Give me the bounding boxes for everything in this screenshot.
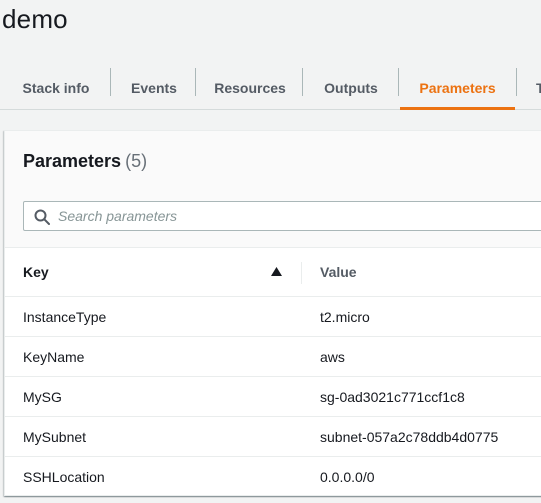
column-divider (301, 262, 302, 284)
panel-title: Parameters (5) (23, 151, 147, 172)
column-header-key[interactable]: Key (23, 248, 303, 296)
parameter-key: SSHLocation (23, 469, 105, 485)
tab-divider (398, 68, 399, 96)
parameters-count: (5) (125, 151, 148, 171)
tab-divider (110, 68, 111, 96)
parameter-value: t2.micro (320, 309, 370, 325)
tab-divider (516, 68, 517, 96)
parameter-key: KeyName (23, 349, 85, 365)
search-box[interactable] (23, 201, 541, 231)
tab-divider (195, 68, 196, 96)
parameter-value: 0.0.0.0/0 (320, 469, 375, 485)
parameter-key: MySG (23, 389, 62, 405)
tab-template[interactable]: T (530, 67, 541, 109)
parameter-value: aws (320, 349, 345, 365)
tab-bar: Stack info Events Resources Outputs Para… (0, 60, 541, 110)
parameter-key: MySubnet (23, 429, 87, 445)
tab-resources[interactable]: Resources (203, 67, 297, 109)
table-row: MySubnet subnet-057a2c78ddb4d0775 (5, 416, 541, 456)
tab-events[interactable]: Events (118, 67, 190, 109)
parameters-panel: Parameters(5) Key Value InstanceType t2.… (4, 130, 541, 496)
table-row: InstanceType t2.micro (5, 296, 541, 336)
column-header-value[interactable]: Value (320, 248, 357, 296)
table-row: KeyName aws (5, 336, 541, 376)
tab-outputs[interactable]: Outputs (310, 67, 392, 109)
tab-stack-info[interactable]: Stack info (8, 67, 104, 109)
sort-ascending-icon[interactable] (271, 267, 282, 276)
table-row: MySG sg-0ad3021c771ccf1c8 (5, 376, 541, 416)
page-title: demo (2, 4, 68, 34)
parameter-key: InstanceType (23, 309, 107, 325)
panel-title-text: Parameters (23, 151, 122, 171)
tab-divider (302, 68, 303, 96)
search-icon (34, 209, 50, 225)
parameter-value: subnet-057a2c78ddb4d0775 (320, 429, 499, 445)
tab-parameters[interactable]: Parameters (400, 67, 515, 110)
table-row: SSHLocation 0.0.0.0/0 (5, 456, 541, 496)
parameter-value: sg-0ad3021c771ccf1c8 (320, 389, 465, 405)
panel-header: Parameters (5) (5, 131, 541, 248)
search-input[interactable] (58, 202, 541, 230)
